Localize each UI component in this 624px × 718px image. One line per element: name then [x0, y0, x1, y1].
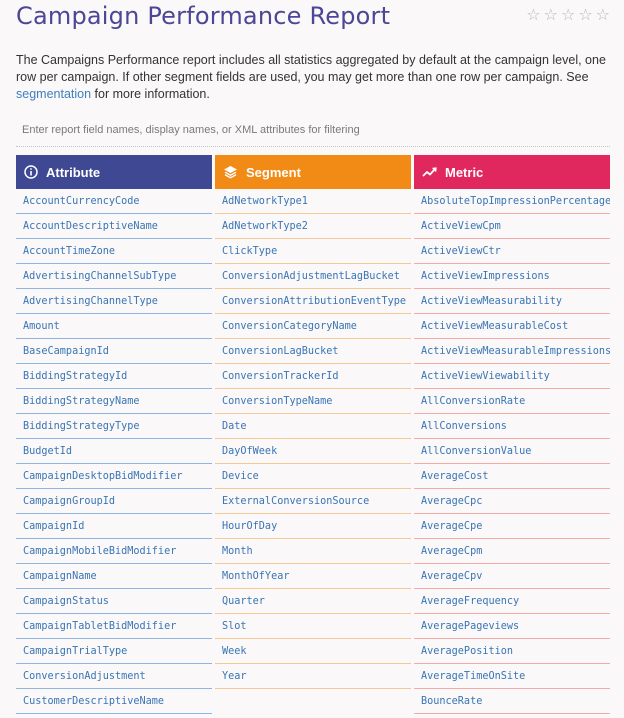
trend-line-icon — [422, 167, 437, 177]
attribute-field-link[interactable]: CampaignTrialType — [16, 639, 212, 664]
metric-field-link[interactable]: ActiveViewMeasurability — [414, 289, 610, 314]
star-icon[interactable]: ☆ — [544, 7, 558, 23]
fields-columns: Attribute AccountCurrencyCode AccountDesc… — [16, 155, 610, 714]
metric-field-link[interactable]: ActiveViewCpm — [414, 214, 610, 239]
attribute-field-link[interactable]: CampaignId — [16, 514, 212, 539]
star-icon[interactable]: ☆ — [596, 7, 610, 23]
attribute-field-link[interactable]: BiddingStrategyName — [16, 389, 212, 414]
filter-input[interactable] — [16, 113, 610, 147]
segment-field-link[interactable]: AdNetworkType1 — [215, 189, 411, 214]
segment-field-link[interactable]: Month — [215, 539, 411, 564]
metric-field-link[interactable]: AverageCpm — [414, 539, 610, 564]
metric-field-link[interactable]: AverageCost — [414, 464, 610, 489]
segment-field-link[interactable]: ConversionAdjustmentLagBucket — [215, 264, 411, 289]
report-description: The Campaigns Performance report include… — [16, 52, 616, 103]
attribute-field-link[interactable]: AccountTimeZone — [16, 239, 212, 264]
description-text: The Campaigns Performance report include… — [16, 53, 606, 84]
segment-field-link[interactable]: ClickType — [215, 239, 411, 264]
metric-field-link[interactable]: ActiveViewMeasurableImpressions — [414, 339, 610, 364]
star-icon[interactable]: ☆ — [561, 7, 575, 23]
segment-field-link[interactable]: ExternalConversionSource — [215, 489, 411, 514]
layers-icon — [224, 166, 237, 179]
metric-field-link[interactable]: AverageCpe — [414, 514, 610, 539]
attribute-field-link[interactable]: CampaignName — [16, 564, 212, 589]
segment-field-link[interactable]: ConversionLagBucket — [215, 339, 411, 364]
attribute-field-link[interactable]: AdvertisingChannelType — [16, 289, 212, 314]
attribute-field-link[interactable]: CustomerDescriptiveName — [16, 689, 212, 714]
segment-field-link[interactable]: Device — [215, 464, 411, 489]
segment-field-link[interactable]: AdNetworkType2 — [215, 214, 411, 239]
attribute-field-link[interactable]: CampaignGroupId — [16, 489, 212, 514]
segmentation-link[interactable]: segmentation — [16, 87, 91, 101]
metric-field-link[interactable]: ActiveViewMeasurableCost — [414, 314, 610, 339]
star-icon[interactable]: ☆ — [526, 7, 540, 23]
attribute-field-link[interactable]: ConversionAdjustment — [16, 664, 212, 689]
segment-field-link[interactable]: Slot — [215, 614, 411, 639]
segment-list: AdNetworkType1 AdNetworkType2 ClickType Con… — [215, 189, 411, 689]
info-circle-icon — [24, 165, 38, 179]
metric-column: Metric AbsoluteTopImpressionPercentage Ac… — [414, 155, 610, 714]
segment-field-link[interactable]: Year — [215, 664, 411, 689]
segment-field-link[interactable]: ConversionTypeName — [215, 389, 411, 414]
metric-field-link[interactable]: AbsoluteTopImpressionPercentage — [414, 189, 610, 214]
attribute-field-link[interactable]: BiddingStrategyId — [16, 364, 212, 389]
attribute-field-link[interactable]: BiddingStrategyType — [16, 414, 212, 439]
metric-field-link[interactable]: AveragePosition — [414, 639, 610, 664]
segment-field-link[interactable]: Quarter — [215, 589, 411, 614]
attribute-field-link[interactable]: CampaignDesktopBidModifier — [16, 464, 212, 489]
segment-field-link[interactable]: Date — [215, 414, 411, 439]
attribute-list: AccountCurrencyCode AccountDescriptiveNam… — [16, 189, 212, 714]
rating-stars[interactable]: ☆ ☆ ☆ ☆ ☆ — [526, 7, 610, 23]
segment-column-header[interactable]: Segment — [215, 155, 411, 189]
metric-field-link[interactable]: AllConversions — [414, 414, 610, 439]
attribute-field-link[interactable]: BudgetId — [16, 439, 212, 464]
metric-field-link[interactable]: ActiveViewViewability — [414, 364, 610, 389]
attribute-header-label: Attribute — [46, 164, 101, 180]
attribute-field-link[interactable]: CampaignMobileBidModifier — [16, 539, 212, 564]
attribute-field-link[interactable]: AccountDescriptiveName — [16, 214, 212, 239]
segment-field-link[interactable]: DayOfWeek — [215, 439, 411, 464]
metric-column-header[interactable]: Metric — [414, 155, 610, 189]
attribute-column-header[interactable]: Attribute — [16, 155, 212, 189]
metric-field-link[interactable]: AverageFrequency — [414, 589, 610, 614]
metric-field-link[interactable]: ActiveViewCtr — [414, 239, 610, 264]
segment-field-link[interactable]: ConversionAttributionEventType — [215, 289, 411, 314]
metric-field-link[interactable]: AverageTimeOnSite — [414, 664, 610, 689]
metric-field-link[interactable]: AverageCpv — [414, 564, 610, 589]
attribute-field-link[interactable]: CampaignStatus — [16, 589, 212, 614]
attribute-column: Attribute AccountCurrencyCode AccountDesc… — [16, 155, 212, 714]
attribute-field-link[interactable]: BaseCampaignId — [16, 339, 212, 364]
metric-header-label: Metric — [445, 164, 484, 180]
segment-field-link[interactable]: HourOfDay — [215, 514, 411, 539]
attribute-field-link[interactable]: Amount — [16, 314, 212, 339]
metric-field-link[interactable]: AllConversionValue — [414, 439, 610, 464]
segment-field-link[interactable]: MonthOfYear — [215, 564, 411, 589]
segment-field-link[interactable]: ConversionCategoryName — [215, 314, 411, 339]
attribute-field-link[interactable]: AdvertisingChannelSubType — [16, 264, 212, 289]
segment-header-label: Segment — [246, 164, 301, 180]
attribute-field-link[interactable]: CampaignTabletBidModifier — [16, 614, 212, 639]
star-icon[interactable]: ☆ — [578, 7, 592, 23]
metric-field-link[interactable]: BounceRate — [414, 689, 610, 714]
metric-field-link[interactable]: AllConversionRate — [414, 389, 610, 414]
metric-field-link[interactable]: AverageCpc — [414, 489, 610, 514]
segment-field-link[interactable]: ConversionTrackerId — [215, 364, 411, 389]
segment-field-link[interactable]: Week — [215, 639, 411, 664]
metric-list: AbsoluteTopImpressionPercentage ActiveVie… — [414, 189, 610, 714]
attribute-field-link[interactable]: AccountCurrencyCode — [16, 189, 212, 214]
metric-field-link[interactable]: ActiveViewImpressions — [414, 264, 610, 289]
segment-column: Segment AdNetworkType1 AdNetworkType2 Clic… — [215, 155, 411, 714]
page-title: Campaign Performance Report — [16, 2, 391, 30]
description-text-end: for more information. — [91, 87, 210, 101]
metric-field-link[interactable]: AveragePageviews — [414, 614, 610, 639]
